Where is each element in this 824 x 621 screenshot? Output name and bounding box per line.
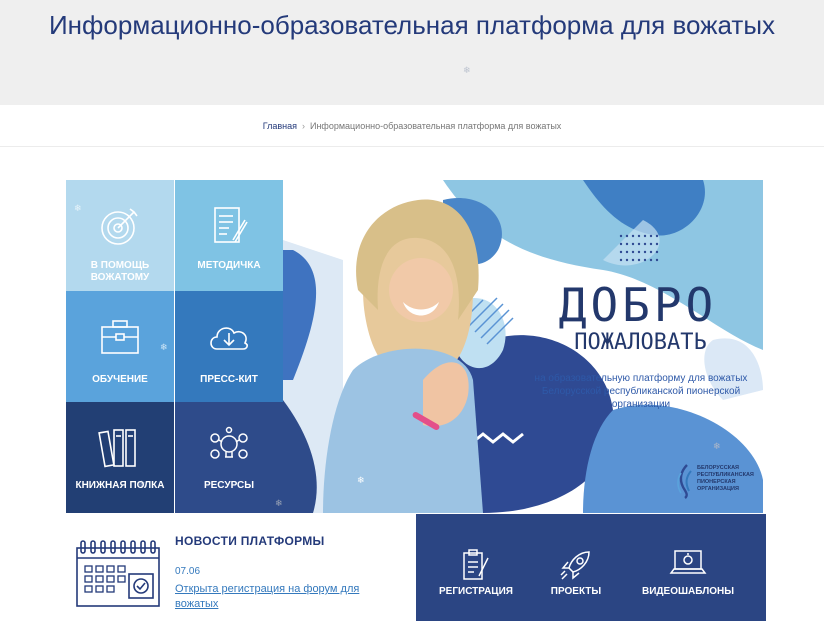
- page-title: Информационно-образовательная платформа …: [48, 10, 776, 40]
- tile-counselor-help[interactable]: ❄ В ПОМОЩЬ ВОЖАТОМУ: [66, 180, 174, 291]
- projects-button[interactable]: ПРОЕКТЫ: [528, 514, 624, 621]
- registration-label: РЕГИСТРАЦИЯ: [439, 586, 513, 597]
- document-pencil-icon: [175, 204, 283, 248]
- breadcrumb-separator: ›: [301, 121, 305, 131]
- tile-label: РЕСУРСЫ: [203, 480, 255, 491]
- briefcase-icon: [66, 317, 174, 361]
- cloud-download-icon: [175, 317, 283, 361]
- tile-training[interactable]: ❄ ОБУЧЕНИЕ: [66, 291, 174, 402]
- quick-links-panel: РЕГИСТРАЦИЯ ПРОЕКТЫ ВИДЕОШАБЛОНЫ: [416, 514, 766, 621]
- rocket-icon: [528, 548, 624, 584]
- registration-button[interactable]: РЕГИСТРАЦИЯ: [428, 514, 524, 621]
- snowflake-icon: ❄: [160, 342, 168, 352]
- category-tiles: ❄ В ПОМОЩЬ ВОЖАТОМУ МЕТОДИЧКА ❄ ОБУЧЕНИЕ…: [66, 180, 283, 513]
- tile-bookshelf[interactable]: ❄ КНИЖНАЯ ПОЛКА: [66, 402, 174, 513]
- welcome-banner: ДОБРО ПОЖАЛОВАТЬ на образовательную плат…: [283, 180, 763, 513]
- video-templates-button[interactable]: ВИДЕОШАБЛОНЫ: [622, 514, 754, 621]
- tile-label: МЕТОДИЧКА: [197, 260, 261, 271]
- tile-label: В ПОМОЩЬ ВОЖАТОМУ: [90, 260, 150, 283]
- tile-methodics[interactable]: МЕТОДИЧКА: [175, 180, 283, 291]
- organization-name: БЕЛОРУССКАЯ РЕСПУБЛИКАНСКАЯ ПИОНЕРСКАЯ О…: [697, 465, 754, 492]
- tile-resources[interactable]: РЕСУРСЫ: [175, 402, 283, 513]
- banner-subtitle: ПОЖАЛОВАТЬ: [574, 330, 707, 355]
- page: Информационно-образовательная платформа …: [0, 0, 824, 621]
- breadcrumb-current: Информационно-образовательная платформа …: [309, 121, 562, 131]
- tile-press-kit[interactable]: ПРЕСС-КИТ: [175, 291, 283, 402]
- tile-label: ПРЕСС-КИТ: [200, 374, 258, 385]
- tile-label: КНИЖНАЯ ПОЛКА: [75, 480, 165, 491]
- news-heading: НОВОСТИ ПЛАТФОРМЫ: [175, 534, 325, 548]
- clipboard-pen-icon: [428, 548, 524, 584]
- tile-label: ОБУЧЕНИЕ: [92, 374, 148, 385]
- video-templates-label: ВИДЕОШАБЛОНЫ: [642, 586, 734, 597]
- snowflake-icon: ❄: [357, 475, 365, 485]
- banner-description: на образовательную платформу для вожатых…: [534, 373, 748, 410]
- page-header: Информационно-образовательная платформа …: [0, 0, 824, 105]
- calendar-icon: [75, 538, 161, 613]
- projects-label: ПРОЕКТЫ: [550, 586, 602, 597]
- books-icon: [66, 426, 174, 470]
- snowflake-icon: ❄: [713, 441, 721, 451]
- banner-title: ДОБРО: [558, 278, 718, 332]
- breadcrumb-home-link[interactable]: Главная: [263, 121, 297, 131]
- news-section: НОВОСТИ ПЛАТФОРМЫ 07.06 Открыта регистра…: [70, 530, 410, 621]
- target-icon: [66, 204, 174, 248]
- news-date: 07.06: [175, 566, 201, 577]
- organization-logo: БЕЛОРУССКАЯ РЕСПУБЛИКАНСКАЯ ПИОНЕРСКАЯ О…: [675, 463, 757, 501]
- laptop-icon: [622, 548, 754, 584]
- lightbulb-gears-icon: [175, 426, 283, 470]
- snowflake-icon: ❄: [463, 65, 471, 75]
- news-item-link[interactable]: Открыта регистрация на форум для вожатых: [175, 582, 390, 612]
- breadcrumb: Главная › Информационно-образовательная пл…: [0, 105, 824, 147]
- organization-emblem-icon: [677, 464, 692, 499]
- snowflake-icon: ❄: [275, 498, 283, 508]
